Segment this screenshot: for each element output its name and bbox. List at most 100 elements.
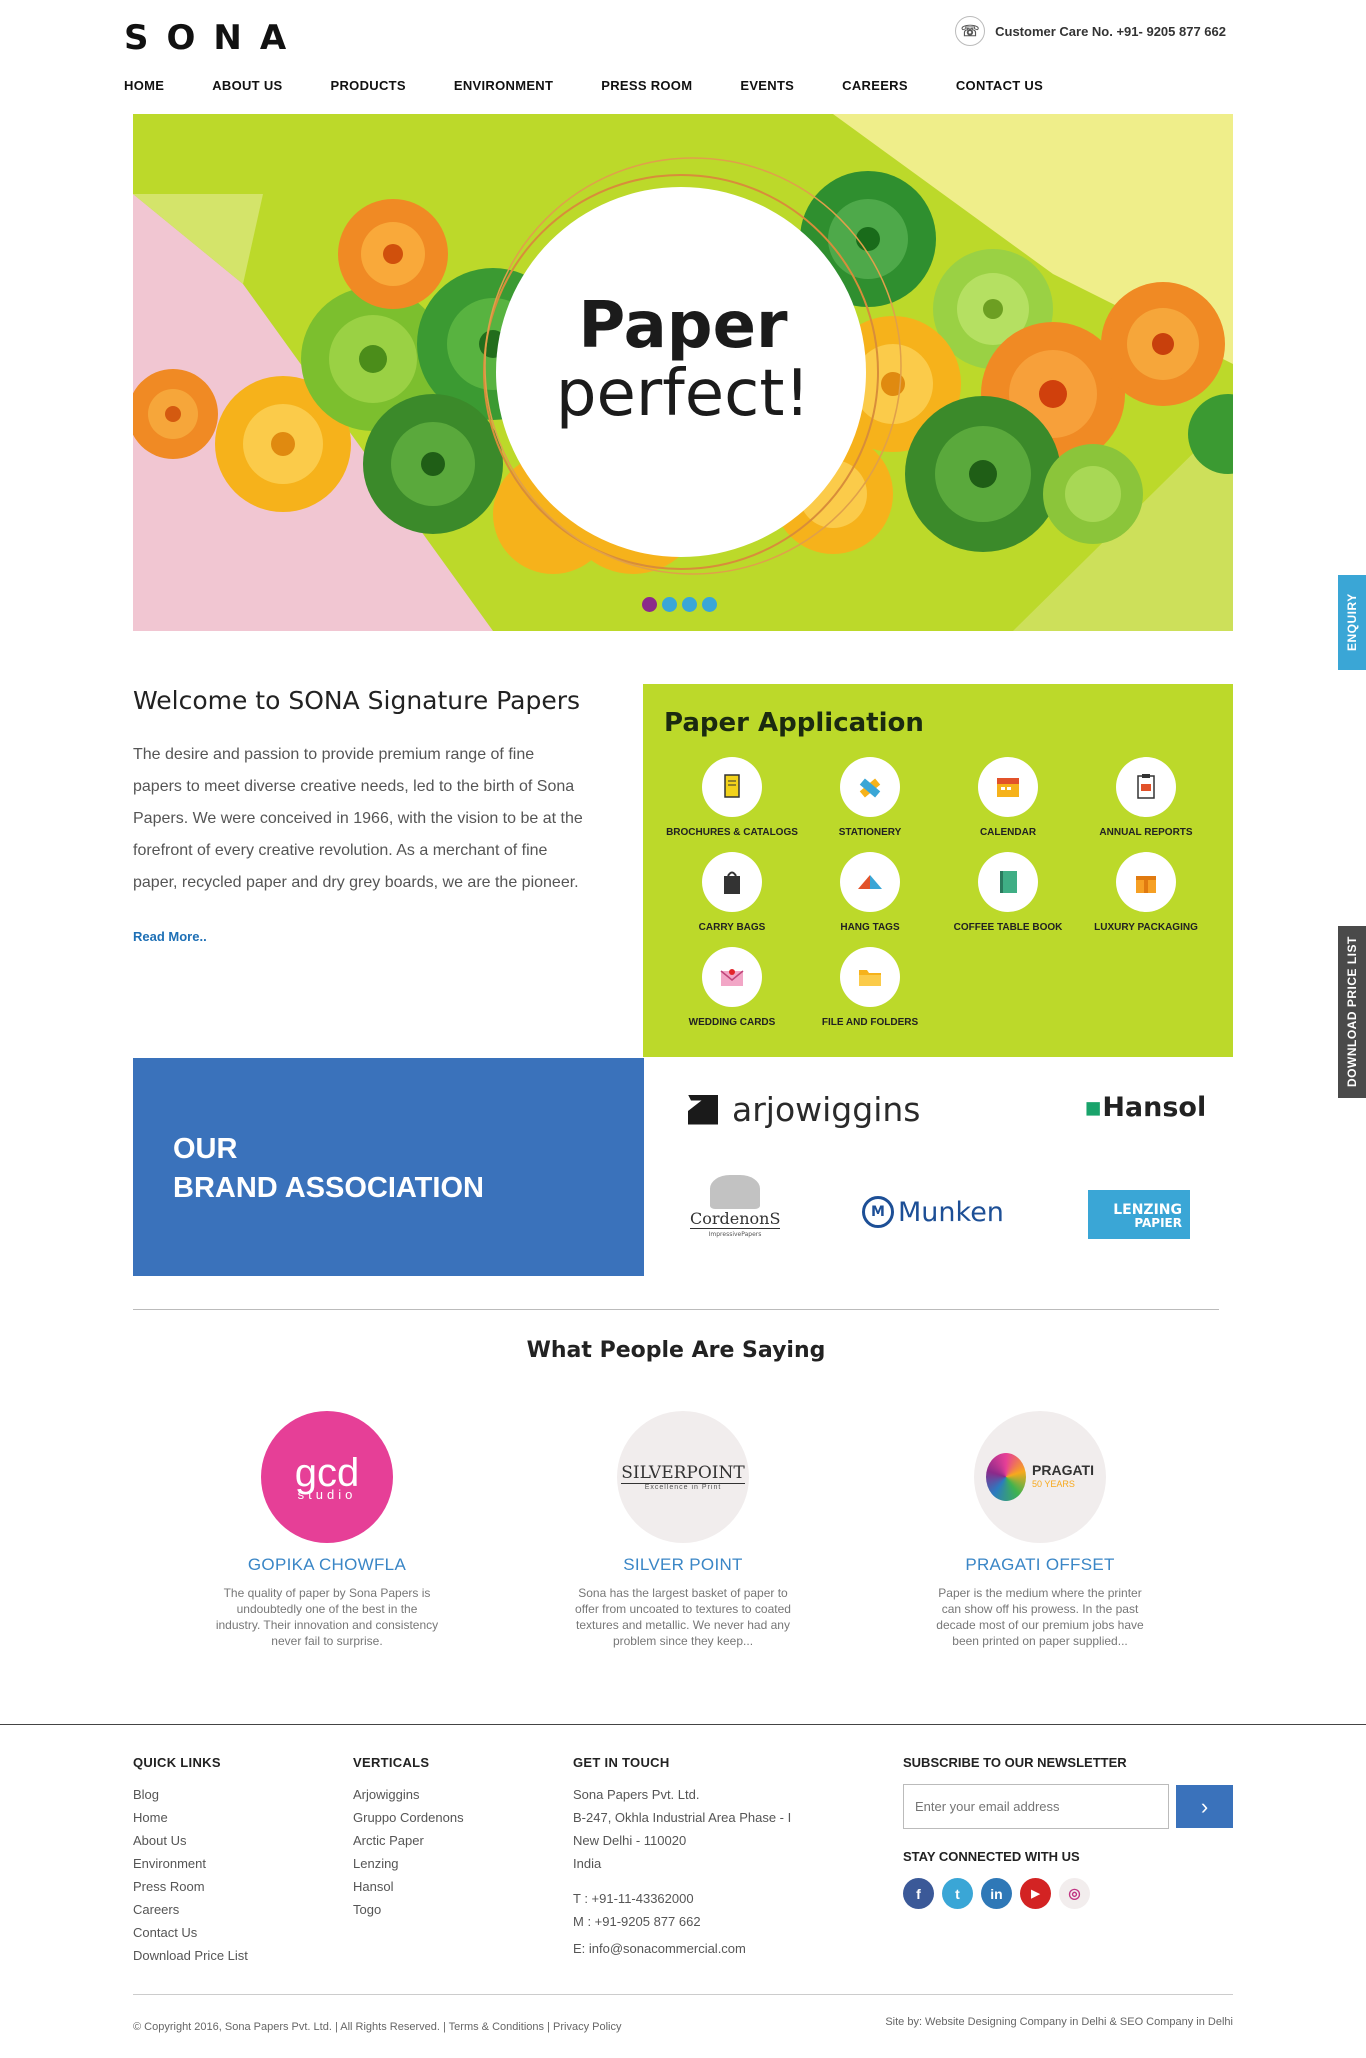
footer-link-blog[interactable]: Blog xyxy=(133,1783,248,1806)
newsletter-title: SUBSCRIBE TO OUR NEWSLETTER xyxy=(903,1755,1127,1770)
app-coffee-table-book[interactable]: COFFEE TABLE BOOK xyxy=(938,852,1078,933)
pragati-logo-text: PRAGATI 50 YEARS xyxy=(1032,1463,1094,1491)
app-file-and-folders[interactable]: FILE AND FOLDERS xyxy=(800,947,940,1028)
app-luxury-packaging[interactable]: LUXURY PACKAGING xyxy=(1076,852,1216,933)
testimonial-name[interactable]: PRAGATI OFFSET xyxy=(920,1555,1160,1575)
linkedin-icon[interactable]: in xyxy=(981,1878,1012,1909)
munken-mark-icon: M xyxy=(862,1196,894,1228)
testimonial-card: PRAGATI 50 YEARS PRAGATI OFFSET Paper is… xyxy=(920,1411,1160,1649)
copyright-bar: © Copyright 2016, Sona Papers Pvt. Ltd. … xyxy=(133,2021,622,2033)
nav-products[interactable]: PRODUCTS xyxy=(331,78,406,93)
nav-home[interactable]: HOME xyxy=(124,78,164,93)
lenzing-subtext: PAPIER xyxy=(1134,1216,1182,1230)
brand-title-line-1: OUR xyxy=(173,1133,238,1165)
footer-link-environment[interactable]: Environment xyxy=(133,1852,248,1875)
footer-link-download-price-list[interactable]: Download Price List xyxy=(133,1944,248,1967)
company-name: Sona Papers Pvt. Ltd. xyxy=(573,1787,700,1802)
app-label: COFFEE TABLE BOOK xyxy=(953,922,1063,933)
brand-association-panel: OUR BRAND ASSOCIATION xyxy=(133,1058,644,1276)
carry-bag-icon xyxy=(702,852,762,912)
stay-connected-title: STAY CONNECTED WITH US xyxy=(903,1849,1080,1864)
vertical-link-lenzing[interactable]: Lenzing xyxy=(353,1852,464,1875)
nav-press-room[interactable]: PRESS ROOM xyxy=(601,78,692,93)
site-logo[interactable]: SONA xyxy=(124,18,304,58)
twitter-icon[interactable]: t xyxy=(942,1878,973,1909)
newsletter-submit-button[interactable]: › xyxy=(1176,1785,1233,1828)
hansol-text: Hansol xyxy=(1102,1092,1207,1123)
enquiry-tab[interactable]: ENQUIRY xyxy=(1338,575,1366,670)
lenzing-logo[interactable]: LENZING PAPIER xyxy=(1088,1190,1190,1239)
welcome-body: The desire and passion to provide premiu… xyxy=(133,746,583,891)
footer-verticals: VERTICALS Arjowiggins Gruppo Cordenons A… xyxy=(353,1755,464,1921)
vertical-link-hansol[interactable]: Hansol xyxy=(353,1875,464,1898)
arjowiggins-text: arjowiggins xyxy=(732,1090,921,1129)
nav-contact-us[interactable]: CONTACT US xyxy=(956,78,1043,93)
welcome-section: Welcome to SONA Signature Papers The des… xyxy=(133,686,583,944)
munken-logo[interactable]: M Munken xyxy=(862,1196,1004,1228)
terms-link[interactable]: Terms & Conditions xyxy=(449,2021,544,2033)
vertical-link-togo[interactable]: Togo xyxy=(353,1898,464,1921)
instagram-icon[interactable]: ◎ xyxy=(1059,1878,1090,1909)
testimonial-name[interactable]: GOPIKA CHOWFLA xyxy=(207,1555,447,1575)
chevron-right-icon: › xyxy=(1200,1793,1209,1819)
footer-divider xyxy=(0,1724,1366,1725)
testimonial-card: gcd studio GOPIKA CHOWFLA The quality of… xyxy=(207,1411,447,1649)
footer-link-home[interactable]: Home xyxy=(133,1806,248,1829)
testimonial-name[interactable]: SILVER POINT xyxy=(563,1555,803,1575)
slider-dot-4[interactable] xyxy=(702,597,717,612)
hero-banner[interactable]: Paper perfect! xyxy=(133,114,1233,631)
brochure-icon xyxy=(702,757,762,817)
newsletter-email-input[interactable] xyxy=(903,1784,1169,1829)
youtube-icon[interactable]: ▶ xyxy=(1020,1878,1051,1909)
slider-dot-2[interactable] xyxy=(662,597,677,612)
app-wedding-cards[interactable]: WEDDING CARDS xyxy=(662,947,802,1028)
app-calendar[interactable]: CALENDAR xyxy=(938,757,1078,838)
contact-telephone: T : +91-11-43362000 xyxy=(573,1891,694,1906)
hansol-logo[interactable]: ▪Hansol xyxy=(1084,1092,1206,1123)
footer-link-about-us[interactable]: About Us xyxy=(133,1829,248,1852)
app-annual-reports[interactable]: ANNUAL REPORTS xyxy=(1076,757,1216,838)
nav-environment[interactable]: ENVIRONMENT xyxy=(454,78,553,93)
customer-care-text: Customer Care No. +91- 9205 877 662 xyxy=(995,23,1226,39)
contact-email[interactable]: E: info@sonacommercial.com xyxy=(573,1937,791,1960)
app-brochures[interactable]: BROCHURES & CATALOGS xyxy=(662,757,802,838)
slider-dot-1[interactable] xyxy=(642,597,657,612)
vertical-link-arjowiggins[interactable]: Arjowiggins xyxy=(353,1783,464,1806)
site-by-credit[interactable]: Site by: Website Designing Company in De… xyxy=(885,2016,1233,2028)
app-carry-bags[interactable]: CARRY BAGS xyxy=(662,852,802,933)
section-divider xyxy=(133,1309,1219,1310)
slider-dot-3[interactable] xyxy=(682,597,697,612)
social-links: f t in ▶ ◎ xyxy=(903,1878,1233,1909)
app-stationery[interactable]: STATIONERY xyxy=(800,757,940,838)
app-hang-tags[interactable]: HANG TAGS xyxy=(800,852,940,933)
app-label: STATIONERY xyxy=(838,827,902,838)
arjowiggins-logo[interactable]: arjowiggins xyxy=(688,1090,920,1129)
silver-point-logo: SILVERPOINT Excellence in Print xyxy=(617,1411,749,1543)
newsletter-section: SUBSCRIBE TO OUR NEWSLETTER › STAY CONNE… xyxy=(903,1755,1233,1909)
munken-text: Munken xyxy=(898,1196,1004,1228)
gcd-logo-subtext: studio xyxy=(297,1487,357,1502)
phone-icon: ☏ xyxy=(955,16,986,46)
vertical-link-arctic-paper[interactable]: Arctic Paper xyxy=(353,1829,464,1852)
folder-icon xyxy=(840,947,900,1007)
cordenons-logo[interactable]: CordenonS ImpressivePapers xyxy=(690,1175,780,1238)
nav-about-us[interactable]: ABOUT US xyxy=(212,78,282,93)
nav-careers[interactable]: CAREERS xyxy=(842,78,908,93)
app-label: HANG TAGS xyxy=(840,922,900,933)
fingerprint-icon xyxy=(986,1453,1027,1501)
app-label: ANNUAL REPORTS xyxy=(1099,827,1193,838)
footer-contact: GET IN TOUCH Sona Papers Pvt. Ltd. B-247… xyxy=(573,1755,791,1960)
read-more-link[interactable]: Read More.. xyxy=(133,929,583,944)
nav-events[interactable]: EVENTS xyxy=(740,78,794,93)
address-line-2: New Delhi - 110020 xyxy=(573,1833,687,1848)
privacy-link[interactable]: Privacy Policy xyxy=(553,2021,621,2033)
footer-link-contact-us[interactable]: Contact Us xyxy=(133,1921,248,1944)
hero-line-1: Paper xyxy=(578,289,788,363)
vertical-link-cordenons[interactable]: Gruppo Cordenons xyxy=(353,1806,464,1829)
pragati-logo-name: PRAGATI xyxy=(1032,1462,1094,1478)
footer-link-press-room[interactable]: Press Room xyxy=(133,1875,248,1898)
footer-link-careers[interactable]: Careers xyxy=(133,1898,248,1921)
stationery-icon xyxy=(840,757,900,817)
download-price-list-tab[interactable]: DOWNLOAD PRICE LIST xyxy=(1338,926,1366,1098)
facebook-icon[interactable]: f xyxy=(903,1878,934,1909)
